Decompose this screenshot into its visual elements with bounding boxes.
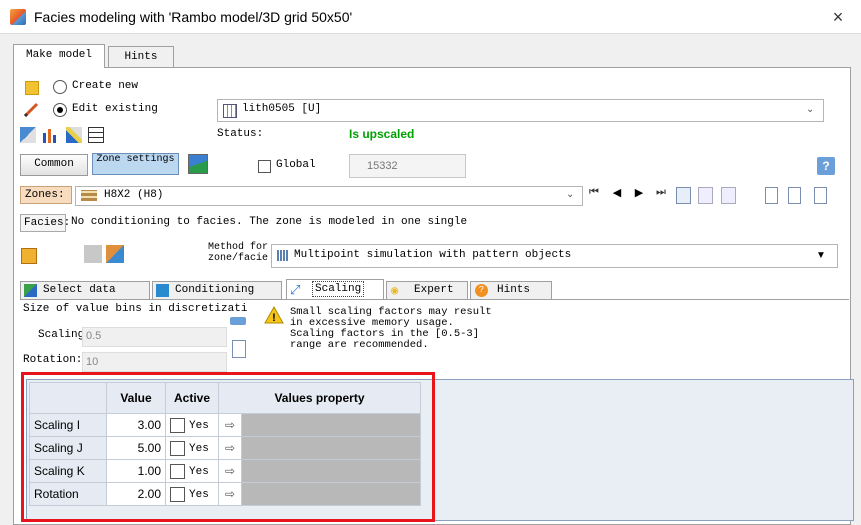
tab-make-model[interactable]: Make model (13, 44, 105, 68)
warning-text: Small scaling factors may result in exce… (290, 307, 492, 351)
hint-icon: ? (475, 284, 488, 297)
lightbulb-icon: ◉ (391, 284, 399, 298)
prev-icon[interactable]: ◀ (609, 186, 625, 204)
create-new-label: Create new (72, 80, 139, 92)
tab-conditioning[interactable]: Conditioning (152, 281, 282, 301)
chart-icon[interactable] (66, 127, 82, 143)
global-value: 15332 (367, 160, 398, 172)
grid-icon (277, 250, 289, 261)
tab-conditioning-label: Conditioning (175, 284, 255, 296)
lock-icon[interactable] (21, 248, 37, 264)
bins-spinner-icon[interactable] (230, 317, 246, 325)
pages-icon[interactable] (788, 187, 801, 204)
highlight-box (21, 372, 435, 522)
page-icon[interactable] (765, 187, 778, 204)
title-bar: Facies modeling with 'Rambo model/3D gri… (0, 0, 861, 34)
facies-label: Facies: (20, 214, 70, 232)
size-bins-label: Size of value bins in discretizati (23, 303, 248, 315)
chevron-down-icon: ⌄ (806, 104, 815, 115)
last-icon[interactable]: ⏭ (653, 186, 669, 204)
page-icon[interactable] (232, 340, 246, 358)
model-icon[interactable] (84, 245, 102, 263)
copy-icon[interactable] (676, 187, 691, 204)
pages-all-icon[interactable] (814, 187, 827, 204)
tab-scaling-label: Scaling (312, 281, 365, 297)
global-checkbox[interactable] (258, 160, 271, 173)
scaling-icon: ⤢ (290, 283, 301, 298)
common-button[interactable]: Common (20, 154, 88, 176)
facies-text: No conditioning to facies. The zone is m… (71, 216, 468, 228)
method-select[interactable]: Multipoint simulation with pattern objec… (271, 244, 838, 268)
create-new-radio[interactable] (53, 80, 67, 94)
paste-icon[interactable] (698, 187, 713, 204)
histogram-icon[interactable] (42, 127, 58, 143)
zone-settings-button[interactable]: Zone settings (92, 153, 179, 175)
next-icon[interactable]: ▶ (631, 186, 647, 204)
scaling-value: 0.5 (86, 330, 102, 342)
rotation-value: 10 (86, 356, 99, 368)
rotation-field[interactable]: 10 (82, 352, 227, 372)
global-value-field[interactable]: 15332 (349, 154, 466, 178)
window-title: Facies modeling with 'Rambo model/3D gri… (34, 9, 353, 25)
warning-line: range are recommended. (290, 339, 429, 351)
chevron-down-icon: ⌄ (566, 189, 575, 200)
zones-value: H8X2 (H8) (104, 189, 164, 201)
svg-text:!: ! (272, 312, 276, 324)
conditioning-icon (156, 284, 169, 297)
scaling-field[interactable]: 0.5 (82, 327, 227, 347)
tab-select-data[interactable]: Select data (20, 281, 150, 301)
help-button[interactable]: ? (817, 157, 835, 175)
tab-hints-inner-label: Hints (497, 284, 531, 296)
tab-expert-label: Expert (414, 284, 454, 296)
close-button[interactable]: × (823, 5, 853, 29)
zones-label: Zones: (20, 186, 72, 204)
paste-all-icon[interactable] (721, 187, 736, 204)
table-icon[interactable] (88, 127, 104, 143)
tab-hints-inner[interactable]: ? Hints (470, 281, 552, 301)
property-value: lith0505 [U] (242, 103, 322, 115)
pattern-icon[interactable] (106, 245, 124, 263)
property-select[interactable]: lith0505 [U] ⌄ (217, 99, 824, 122)
tab-hints[interactable]: Hints (108, 46, 174, 68)
status-label: Status: (217, 128, 264, 140)
global-label: Global (276, 159, 316, 171)
method-value: Multipoint simulation with pattern objec… (294, 249, 572, 261)
status-value: Is upscaled (349, 127, 415, 141)
warning-icon: ! (264, 306, 284, 324)
app-icon (10, 9, 26, 25)
caret-down-icon: ▼ (816, 250, 826, 261)
tab-select-data-label: Select data (43, 284, 116, 296)
folder-icon (25, 81, 39, 95)
pencil-icon (23, 102, 39, 118)
zones-select[interactable]: H8X2 (H8) ⌄ (75, 186, 583, 206)
first-icon[interactable]: ⏮ (586, 186, 602, 204)
tab-expert[interactable]: ◉ Expert (386, 281, 468, 301)
property-icon (223, 104, 237, 118)
edit-existing-label: Edit existing (72, 103, 158, 115)
method-label: Method for zone/facie (207, 242, 268, 264)
select-data-icon (24, 284, 37, 297)
tab-scaling[interactable]: ⤢ Scaling (286, 279, 384, 301)
zone-layers-icon (81, 190, 97, 201)
rotation-label: Rotation: (23, 354, 83, 366)
filter-icon[interactable] (188, 154, 208, 174)
edit-existing-radio[interactable] (53, 103, 67, 117)
settings-icon[interactable] (20, 127, 36, 143)
